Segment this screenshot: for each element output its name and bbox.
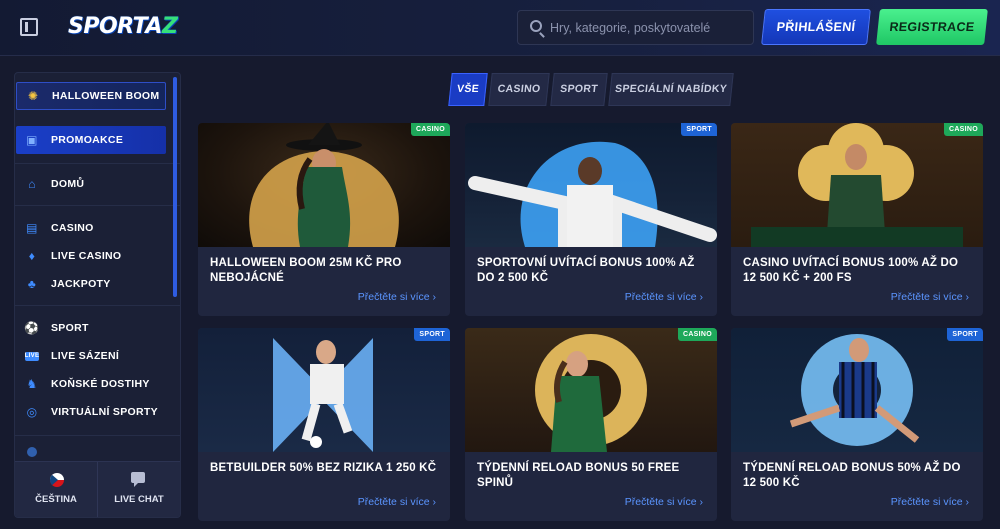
live-chat-label: LIVE CHAT xyxy=(114,494,164,505)
partial-item-icon xyxy=(27,447,37,457)
top-header: SPORTAZ PŘIHLÁŠENÍ REGISTRACE xyxy=(0,0,1000,56)
czech-flag-icon xyxy=(50,473,64,487)
promo-image xyxy=(731,328,983,452)
clover-icon: ♣ xyxy=(27,277,37,291)
promo-title: TÝDENNÍ RELOAD BONUS 50 FREE SPINŮ xyxy=(477,462,680,489)
sidebar-item-label: PROMOAKCE xyxy=(51,134,124,146)
read-more-link[interactable]: Přečtěte si více › xyxy=(891,291,969,303)
tab-special-offers[interactable]: SPECIÁLNÍ NABÍDKY xyxy=(608,73,734,106)
promo-image xyxy=(198,328,450,452)
sidebar-footer: ČEŠTINA LIVE CHAT xyxy=(15,461,180,517)
sidebar-item-live-betting[interactable]: LIVE LIVE SÁZENÍ xyxy=(16,342,166,370)
promo-title: HALLOWEEN BOOM 25M KČ PRO NEBOJÁCNÉ xyxy=(210,257,402,284)
category-badge: SPORT xyxy=(681,123,717,136)
sidebar-item-halloween-boom[interactable]: ✺ HALLOWEEN BOOM xyxy=(16,82,166,110)
horse-icon: ♞ xyxy=(26,377,38,391)
tab-casino[interactable]: CASINO xyxy=(488,73,550,106)
sidebar-divider xyxy=(15,305,180,306)
read-more-link[interactable]: Přečtěte si více › xyxy=(625,291,703,303)
promo-card[interactable]: CASINO CASINO UVÍTACÍ BONUS 100% AŽ DO 1… xyxy=(731,123,983,316)
category-badge: CASINO xyxy=(677,328,717,341)
sidebar-toggle-icon[interactable] xyxy=(20,18,38,36)
category-badge: CASINO xyxy=(410,123,450,136)
tab-sport[interactable]: SPORT xyxy=(550,73,608,106)
chat-icon xyxy=(131,472,145,487)
live-icon: LIVE xyxy=(24,351,40,361)
read-more-link[interactable]: Přečtěte si více › xyxy=(625,496,703,508)
promo-title: TÝDENNÍ RELOAD BONUS 50% AŽ DO 12 500 KČ xyxy=(743,462,961,489)
category-badge: SPORT xyxy=(947,328,983,341)
sidebar: ✺ HALLOWEEN BOOM ▣ PROMOAKCE ⌂ DOMŮ ▤ CA… xyxy=(14,72,181,518)
register-button[interactable]: REGISTRACE xyxy=(876,9,988,45)
slot-machine-icon: ▤ xyxy=(26,221,38,235)
read-more-link[interactable]: Přečtěte si více › xyxy=(891,496,969,508)
halloween-icon: ✺ xyxy=(27,89,39,103)
promo-title: BETBUILDER 50% BEZ RIZIKA 1 250 KČ xyxy=(210,462,437,474)
sidebar-item-horse-racing[interactable]: ♞ KOŇSKÉ DOSTIHY xyxy=(16,370,166,398)
category-badge: SPORT xyxy=(414,328,450,341)
home-icon: ⌂ xyxy=(28,177,36,191)
sidebar-item-label: DOMŮ xyxy=(51,178,85,190)
sidebar-item-label: VIRTUÁLNÍ SPORTY xyxy=(51,406,158,418)
promo-card[interactable]: SPORT TÝDENNÍ RELOAD BONUS 50% AŽ DO 12 … xyxy=(731,328,983,521)
promo-card[interactable]: SPORT BETBUILDER 50% BEZ RIZIKA 1 250 KČ… xyxy=(198,328,450,521)
promo-image xyxy=(465,123,717,247)
promo-title: SPORTOVNÍ UVÍTACÍ BONUS 100% AŽ DO 2 500… xyxy=(477,257,695,284)
promo-title: CASINO UVÍTACÍ BONUS 100% AŽ DO 12 500 K… xyxy=(743,257,959,284)
sidebar-item-label: KOŇSKÉ DOSTIHY xyxy=(51,378,150,390)
search-box[interactable] xyxy=(517,10,754,45)
sidebar-item-label: LIVE SÁZENÍ xyxy=(51,350,120,362)
soccer-ball-icon: ⚽ xyxy=(24,321,40,335)
promo-image xyxy=(465,328,717,452)
sidebar-item-label: SPORT xyxy=(51,322,89,334)
virtual-sports-icon: ◎ xyxy=(26,405,38,419)
language-selector[interactable]: ČEŠTINA xyxy=(15,462,97,517)
sidebar-item-label: JACKPOTY xyxy=(51,278,111,290)
read-more-link[interactable]: Přečtěte si více › xyxy=(358,496,436,508)
sidebar-menu: ✺ HALLOWEEN BOOM ▣ PROMOAKCE ⌂ DOMŮ ▤ CA… xyxy=(15,73,180,458)
tab-all[interactable]: VŠE xyxy=(448,73,488,106)
login-button[interactable]: PŘIHLÁŠENÍ xyxy=(761,9,871,45)
sidebar-divider xyxy=(15,205,180,206)
logo-accent: Z xyxy=(161,14,178,39)
promo-image xyxy=(731,123,983,247)
sidebar-item-sport[interactable]: ⚽ SPORT xyxy=(16,314,166,342)
sidebar-item-casino[interactable]: ▤ CASINO xyxy=(16,214,166,242)
cards-icon: ♦ xyxy=(28,249,36,263)
gift-icon: ▣ xyxy=(26,133,38,147)
sidebar-item-label: LIVE CASINO xyxy=(51,250,122,262)
promo-image xyxy=(198,123,450,247)
promo-card[interactable]: SPORT SPORTOVNÍ UVÍTACÍ BONUS 100% AŽ DO… xyxy=(465,123,717,316)
sidebar-item-label: CASINO xyxy=(51,222,94,234)
search-input[interactable] xyxy=(550,11,750,44)
read-more-link[interactable]: Přečtěte si více › xyxy=(358,291,436,303)
sidebar-item-label: HALLOWEEN BOOM xyxy=(52,90,160,102)
promo-card[interactable]: CASINO HALLOWEEN BOOM 25M KČ PRO NEBOJÁC… xyxy=(198,123,450,316)
search-icon xyxy=(530,20,542,32)
sidebar-scrollbar[interactable] xyxy=(173,77,177,297)
category-badge: CASINO xyxy=(943,123,983,136)
sidebar-item-virtual-sports[interactable]: ◎ VIRTUÁLNÍ SPORTY xyxy=(16,398,166,426)
sidebar-item-home[interactable]: ⌂ DOMŮ xyxy=(16,170,166,198)
language-label: ČEŠTINA xyxy=(35,494,77,505)
sidebar-item-jackpots[interactable]: ♣ JACKPOTY xyxy=(16,270,166,298)
sidebar-divider xyxy=(15,163,180,164)
promo-card[interactable]: CASINO TÝDENNÍ RELOAD BONUS 50 FREE SPIN… xyxy=(465,328,717,521)
live-chat-button[interactable]: LIVE CHAT xyxy=(98,462,180,517)
sidebar-divider xyxy=(15,435,180,436)
sidebar-item-promoakce[interactable]: ▣ PROMOAKCE xyxy=(16,126,166,154)
sidebar-item-live-casino[interactable]: ♦ LIVE CASINO xyxy=(16,242,166,270)
logo-text: SPORTA xyxy=(68,14,162,39)
logo[interactable]: SPORTAZ xyxy=(68,14,178,42)
